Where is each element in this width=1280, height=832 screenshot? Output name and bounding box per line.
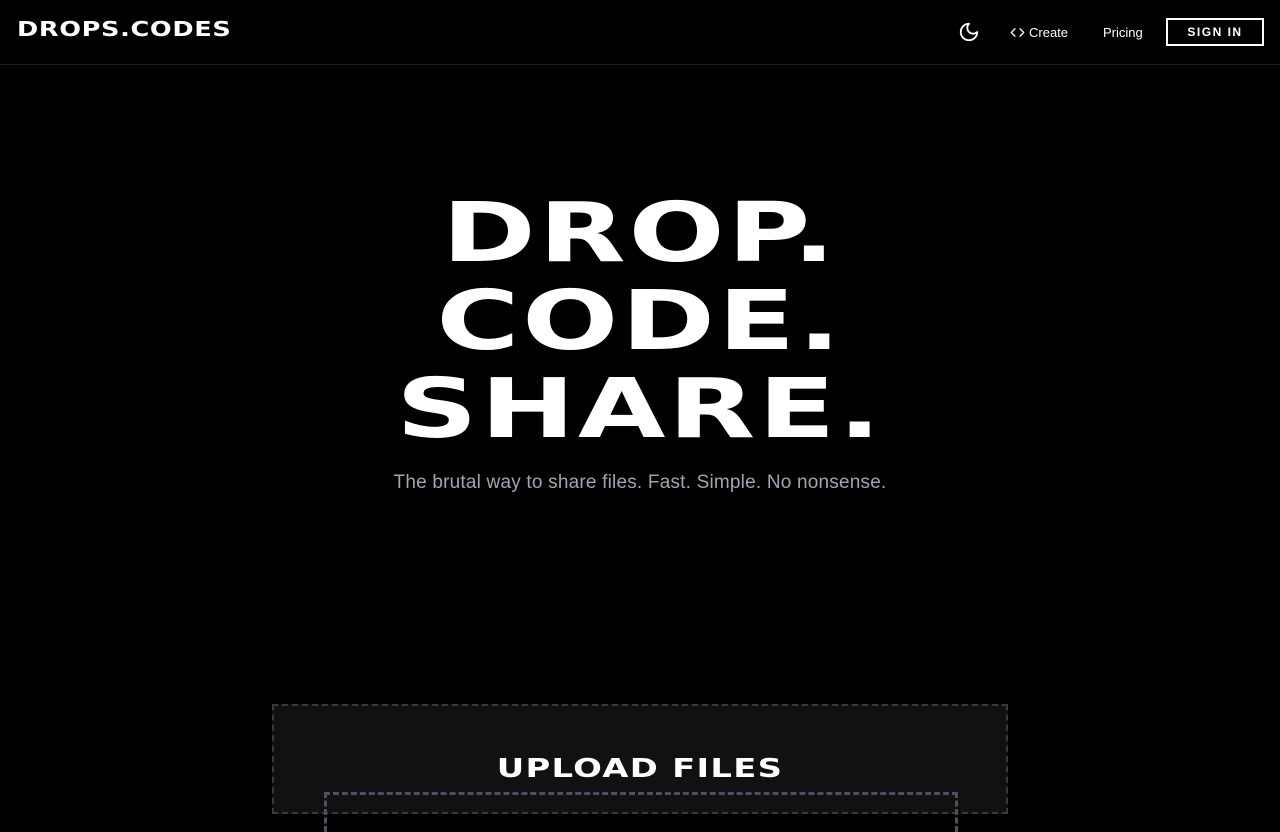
hero-line-code: CODE. [436,274,844,369]
moon-icon [959,22,979,42]
code-icon [1010,27,1025,37]
nav-pricing-link[interactable]: Pricing [1103,21,1143,43]
hero-heading: DROP. CODE. SHARE. [0,190,1280,454]
upload-title: UPLOAD FILES [496,754,784,784]
nav-create-label: Create [1029,24,1069,40]
hero-line-share: SHARE. [396,362,884,457]
site-logo[interactable]: DROPS.CODES [17,17,231,41]
hero-tagline: The brutal way to share files. Fast. Sim… [393,472,887,493]
hero-line-drop: DROP. [441,186,839,281]
sign-in-button[interactable]: SIGN IN [1166,18,1264,46]
file-dropzone[interactable] [324,792,958,832]
nav-create-link[interactable]: Create [1010,21,1068,43]
upload-card: UPLOAD FILES [272,704,1008,832]
theme-toggle-button[interactable] [958,21,980,43]
top-nav: DROPS.CODES Create Pricing SIGN IN [0,0,1280,65]
